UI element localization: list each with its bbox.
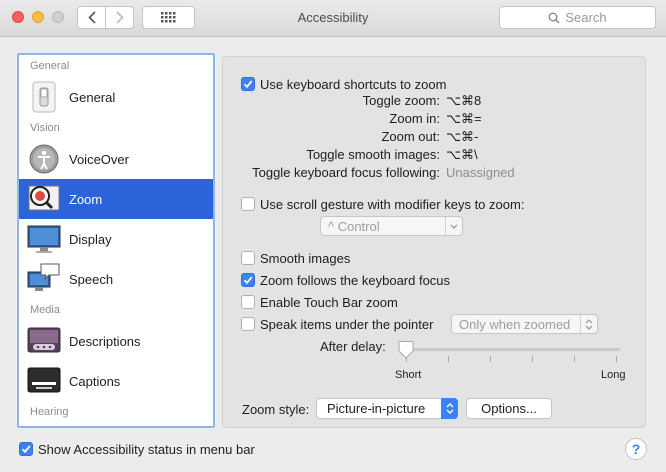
sidebar-item-zoom[interactable]: Zoom — [19, 179, 213, 219]
slider-tick — [616, 356, 617, 362]
chevron-updown-icon — [585, 318, 593, 330]
use-keyboard-shortcuts-label: Use keyboard shortcuts to zoom — [260, 76, 447, 92]
help-icon: ? — [631, 441, 641, 457]
scroll-gesture-checkbox[interactable] — [241, 197, 255, 211]
shortcut-label: Toggle keyboard focus following: — [252, 165, 440, 180]
show-status-label: Show Accessibility status in menu bar — [38, 441, 255, 457]
speak-items-value: Only when zoomed — [459, 316, 571, 332]
shortcut-value[interactable]: ⌥⌘= — [446, 111, 482, 127]
use-keyboard-shortcuts-row[interactable]: Use keyboard shortcuts to zoom — [241, 75, 446, 93]
sidebar-item-speech[interactable]: Speech — [19, 259, 213, 299]
chevron-down-icon — [450, 224, 458, 229]
checkmark-icon — [21, 445, 31, 454]
checkmark-icon — [243, 80, 253, 89]
slider-tick — [448, 356, 449, 362]
shortcut-label: Toggle smooth images: — [306, 147, 440, 162]
use-keyboard-shortcuts-checkbox[interactable] — [241, 77, 255, 91]
slider-min-label: Short — [395, 369, 422, 381]
sidebar-header-vision: Vision — [30, 122, 60, 134]
search-placeholder: Search — [565, 10, 607, 25]
after-delay-slider-knob[interactable] — [397, 340, 415, 363]
shortcut-label: Toggle zoom: — [362, 93, 440, 108]
slider-tick — [532, 356, 533, 362]
shortcut-value[interactable]: Unassigned — [446, 165, 515, 180]
sidebar-item-display[interactable]: Display — [19, 219, 213, 259]
follow-focus-checkbox[interactable] — [241, 273, 255, 287]
descriptions-icon — [27, 327, 61, 353]
smooth-images-label: Smooth images — [260, 250, 351, 266]
follow-focus-row[interactable]: Zoom follows the keyboard focus — [241, 271, 450, 289]
options-button[interactable]: Options... — [466, 398, 552, 419]
sidebar-item-voiceover[interactable]: VoiceOver — [19, 139, 213, 179]
follow-focus-label: Zoom follows the keyboard focus — [260, 272, 451, 288]
shortcut-value[interactable]: ⌥⌘8 — [446, 93, 481, 109]
sidebar-item-label: Descriptions — [69, 333, 141, 349]
slider-tick — [490, 356, 491, 362]
smooth-images-checkbox[interactable] — [241, 251, 255, 265]
after-delay-slider-track[interactable] — [400, 348, 620, 351]
show-status-checkbox[interactable] — [19, 442, 33, 456]
help-button[interactable]: ? — [625, 438, 647, 460]
sidebar-item-captions[interactable]: Captions — [19, 361, 213, 401]
sidebar-item-label: Display — [69, 231, 112, 247]
display-icon — [27, 225, 61, 253]
zoom-style-select[interactable]: Picture-in-picture — [316, 398, 458, 419]
shortcut-label: Zoom in: — [389, 111, 440, 126]
speak-items-row[interactable]: Speak items under the pointer — [241, 315, 433, 333]
captions-icon — [27, 367, 61, 393]
sidebar-item-general[interactable]: General — [19, 77, 213, 117]
sidebar: General General Vision VoiceOver Zoom Di… — [17, 53, 215, 428]
title-bar: Accessibility Search — [0, 0, 666, 37]
zoom-style-label: Zoom style: — [242, 402, 310, 417]
shortcut-value[interactable]: ⌥⌘- — [446, 129, 478, 145]
after-delay-label: After delay: — [320, 339, 386, 354]
sidebar-header-media: Media — [30, 304, 60, 316]
modifier-key-value: ^ Control — [328, 218, 380, 234]
speak-items-checkbox[interactable] — [241, 317, 255, 331]
zoom-icon — [28, 185, 60, 211]
show-status-row[interactable]: Show Accessibility status in menu bar — [19, 440, 255, 458]
general-switch-icon — [32, 81, 56, 113]
scroll-gesture-label: Use scroll gesture with modifier keys to… — [260, 196, 525, 212]
touch-bar-zoom-row[interactable]: Enable Touch Bar zoom — [241, 293, 398, 311]
search-icon — [548, 12, 560, 24]
speak-items-label: Speak items under the pointer — [260, 316, 434, 332]
touch-bar-zoom-label: Enable Touch Bar zoom — [260, 294, 398, 310]
sidebar-item-label: Captions — [69, 373, 121, 389]
sidebar-item-descriptions[interactable]: Descriptions — [19, 321, 213, 361]
sidebar-header-general: General — [30, 60, 70, 72]
search-field[interactable]: Search — [499, 6, 656, 29]
sidebar-item-label: VoiceOver — [69, 151, 129, 167]
slider-max-label: Long — [601, 369, 626, 381]
sidebar-item-label: Zoom — [69, 191, 103, 207]
shortcut-label: Zoom out: — [381, 129, 440, 144]
modifier-key-popup[interactable]: ^ Control — [320, 216, 463, 236]
voiceover-icon — [29, 144, 59, 174]
slider-tick — [574, 356, 575, 362]
sidebar-item-label: General — [69, 89, 116, 105]
scroll-gesture-row[interactable]: Use scroll gesture with modifier keys to… — [241, 195, 524, 213]
speak-items-popup[interactable]: Only when zoomed — [451, 314, 598, 334]
sidebar-item-label: Speech — [69, 271, 114, 287]
speech-icon — [27, 263, 60, 291]
touch-bar-zoom-checkbox[interactable] — [241, 295, 255, 309]
sidebar-header-hearing: Hearing — [30, 406, 69, 418]
zoom-style-value: Picture-in-picture — [327, 401, 426, 416]
checkmark-icon — [243, 276, 253, 285]
smooth-images-row[interactable]: Smooth images — [241, 249, 350, 267]
chevron-updown-icon — [446, 403, 453, 414]
shortcut-value[interactable]: ⌥⌘\ — [446, 147, 478, 163]
slider-knob-icon — [398, 341, 414, 359]
